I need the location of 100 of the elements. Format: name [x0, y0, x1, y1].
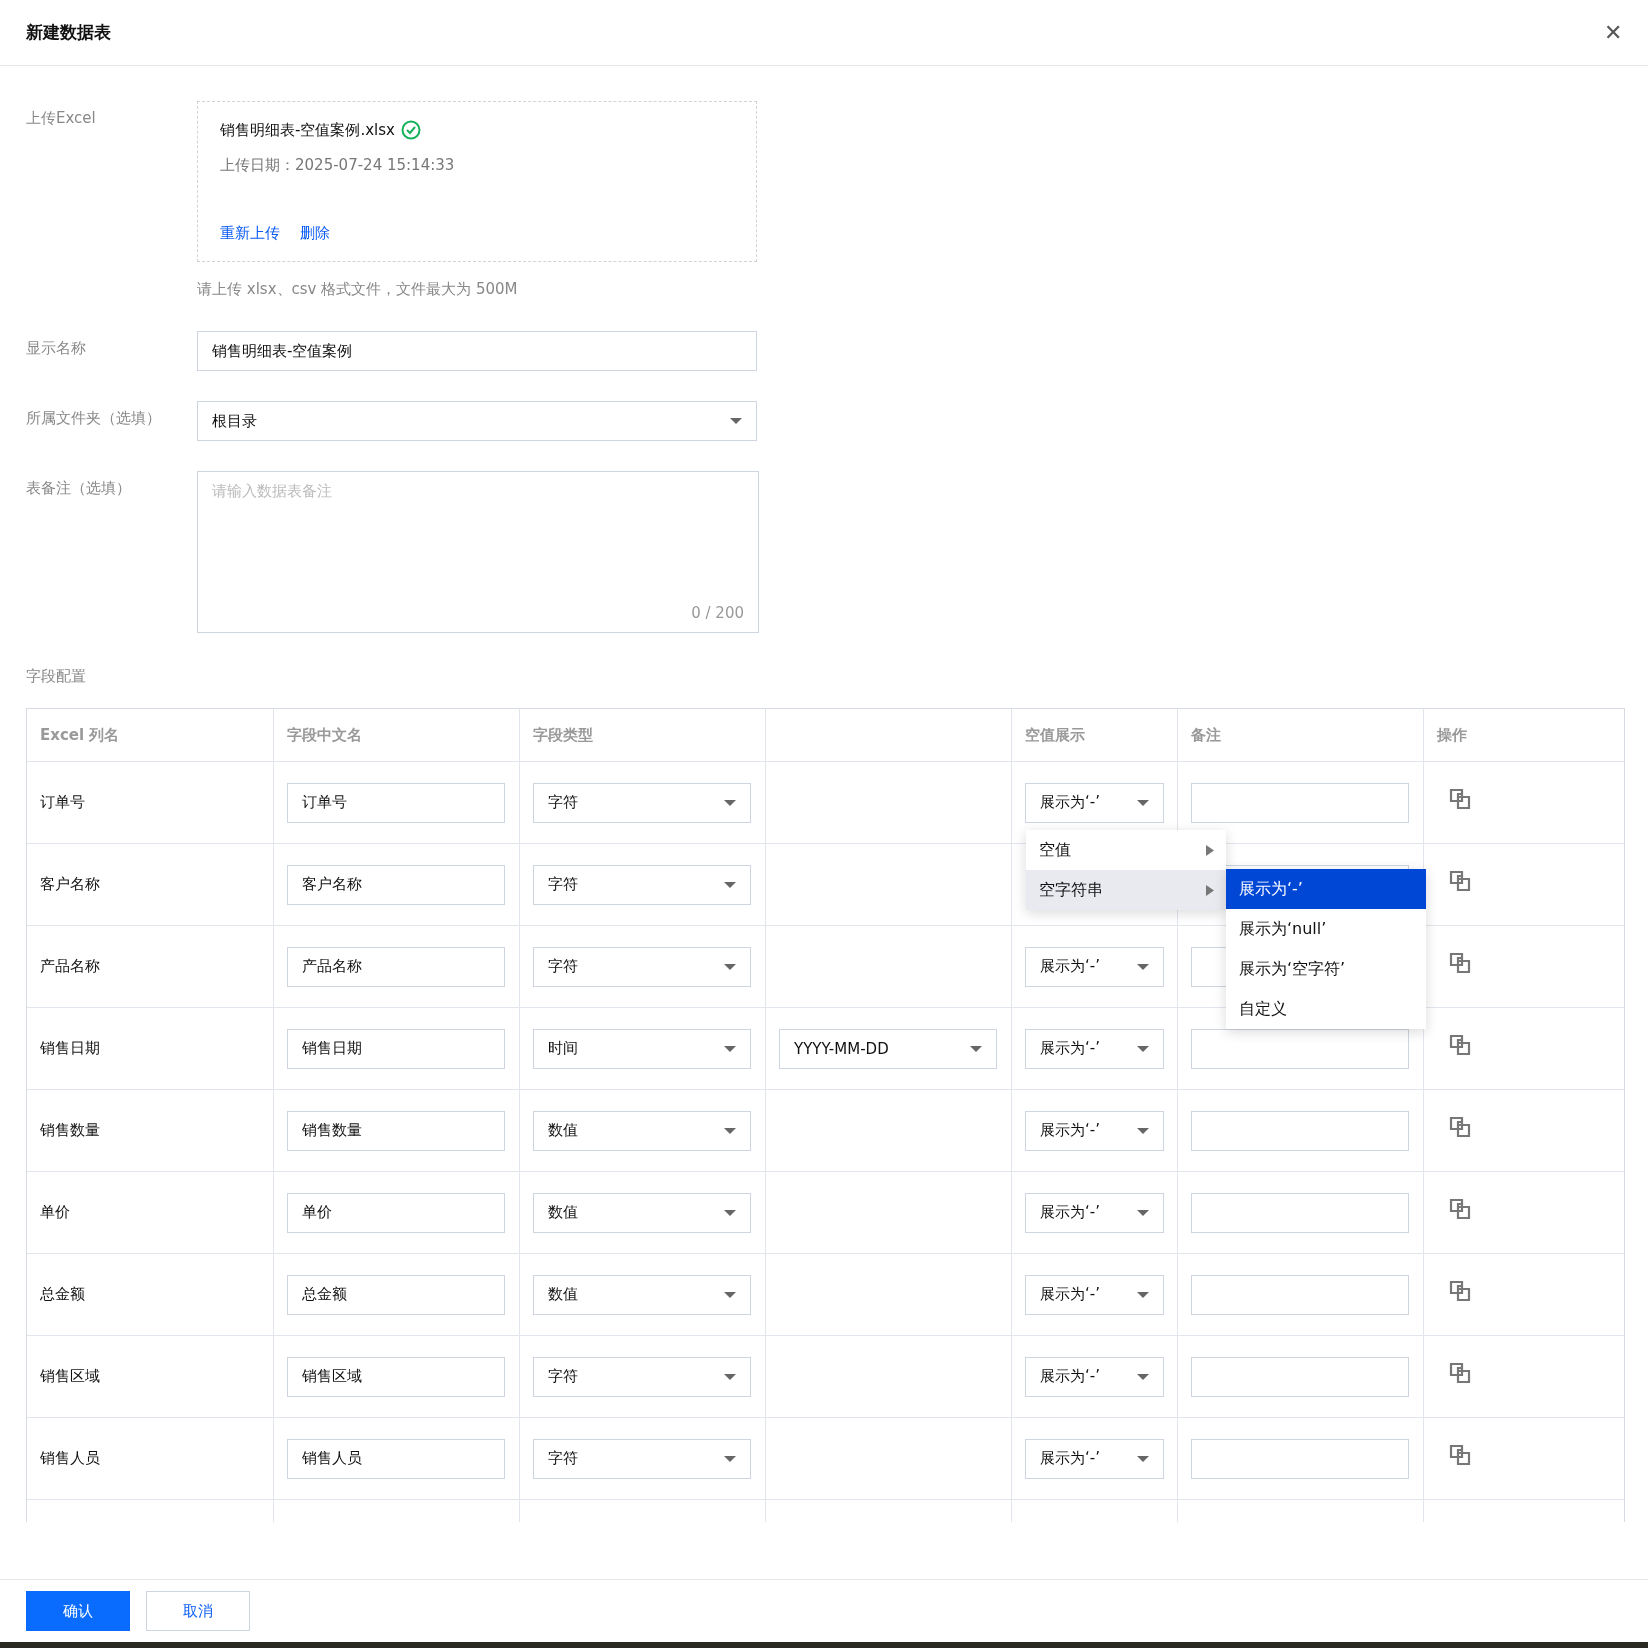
select-field[interactable]: 数值	[533, 1110, 751, 1151]
name-input-field[interactable]: 客户名称	[287, 864, 505, 905]
name-input-field[interactable]: 产品名称	[287, 946, 505, 987]
display-name-field[interactable]: 销售明细表-空值案例	[197, 331, 757, 371]
menu-item[interactable]: 空字符串	[1026, 870, 1226, 910]
table-cell: 销售人员	[40, 1449, 100, 1468]
caret-icon	[724, 798, 736, 807]
table-cell: 总金额	[40, 1285, 85, 1304]
note-input-field[interactable]	[1191, 782, 1409, 823]
file-name: 销售明细表-空值案例.xlsx	[220, 120, 395, 140]
caret-icon	[1137, 798, 1149, 807]
select-field[interactable]: 数值	[533, 1192, 751, 1233]
upload-action-link[interactable]: 重新上传	[220, 224, 280, 243]
menu-item[interactable]: 空值	[1026, 830, 1226, 870]
name-input-field[interactable]: 订单号	[287, 782, 505, 823]
field-label: 上传Excel	[26, 108, 97, 129]
select-field[interactable]: 字符	[533, 946, 751, 987]
name-input-field[interactable]: 销售区域	[287, 1356, 505, 1397]
select-field[interactable]: 展示为‘-’	[1025, 1356, 1164, 1397]
section-title: 字段配置	[26, 667, 87, 686]
field-label: 显示名称	[26, 338, 87, 359]
copy-icon[interactable]	[1449, 1115, 1471, 1138]
caret-icon	[724, 962, 736, 971]
cancel-button[interactable]: 取消	[146, 1591, 250, 1631]
caret-icon	[724, 1044, 736, 1053]
note-input-field[interactable]	[1191, 1356, 1409, 1397]
select-field[interactable]: 展示为‘-’	[1025, 1110, 1164, 1151]
table-cell: 销售区域	[40, 1367, 100, 1386]
note-input-field[interactable]	[1191, 1028, 1409, 1069]
submenu-arrow-icon	[1206, 884, 1214, 896]
table-cell: 销售日期	[40, 1039, 100, 1058]
column-header: 空值展示	[1025, 725, 1085, 745]
caret-icon	[724, 1454, 736, 1463]
menu-option[interactable]: 展示为‘空字符’	[1226, 949, 1426, 989]
select-field[interactable]: 字符	[533, 1438, 751, 1479]
column-header: Excel 列名	[40, 725, 120, 745]
dialog-title: 新建数据表	[26, 21, 111, 44]
select-field[interactable]: 字符	[533, 864, 751, 905]
menu-option[interactable]: 展示为‘-’	[1226, 869, 1426, 909]
caret-icon	[1137, 1208, 1149, 1217]
note-input-field[interactable]	[1191, 1192, 1409, 1233]
copy-icon[interactable]	[1449, 1361, 1471, 1384]
select-field[interactable]: 展示为‘-’	[1025, 1192, 1164, 1233]
upload-date: 上传日期：2025-07-24 15:14:33	[220, 156, 456, 175]
copy-icon[interactable]	[1449, 1197, 1471, 1220]
copy-icon[interactable]	[1449, 1033, 1471, 1056]
caret-icon	[1137, 1044, 1149, 1053]
caret-icon	[724, 1126, 736, 1135]
select-field[interactable]: 字符	[533, 1356, 751, 1397]
table-cell: 订单号	[40, 793, 85, 812]
copy-icon[interactable]	[1449, 787, 1471, 810]
column-header: 字段中文名	[287, 725, 362, 745]
upload-action-link[interactable]: 删除	[300, 224, 330, 243]
select-field[interactable]: 展示为‘-’	[1025, 1438, 1164, 1479]
select-field[interactable]: 数值	[533, 1274, 751, 1315]
char-counter: 0 / 200	[691, 604, 744, 622]
confirm-button[interactable]: 确认	[26, 1591, 130, 1631]
note-input-field[interactable]	[1191, 1110, 1409, 1151]
caret-icon	[730, 417, 742, 425]
caret-icon	[724, 1208, 736, 1217]
column-header: 字段类型	[533, 725, 593, 745]
copy-icon[interactable]	[1449, 951, 1471, 974]
copy-icon[interactable]	[1449, 869, 1471, 892]
select-field[interactable]: 根目录	[197, 401, 757, 441]
menu-option[interactable]: 自定义	[1226, 989, 1426, 1029]
caret-icon	[1137, 1454, 1149, 1463]
select-field[interactable]: 展示为‘-’	[1025, 1274, 1164, 1315]
column-header: 操作	[1437, 725, 1467, 745]
name-input-field[interactable]: 销售数量	[287, 1110, 505, 1151]
name-input-field[interactable]: 单价	[287, 1192, 505, 1233]
name-input-field[interactable]: 总金额	[287, 1274, 505, 1315]
select-field[interactable]: 展示为‘-’	[1025, 946, 1164, 987]
table-cell: 产品名称	[40, 957, 100, 976]
caret-icon	[1137, 1290, 1149, 1299]
table-cell: 销售数量	[40, 1121, 100, 1140]
caret-icon	[970, 1044, 982, 1053]
column-header: 备注	[1191, 725, 1221, 745]
select-field[interactable]: 展示为‘-’	[1025, 782, 1164, 823]
copy-icon[interactable]	[1449, 1279, 1471, 1302]
table-cell: 客户名称	[40, 875, 100, 894]
name-input-field[interactable]: 销售日期	[287, 1028, 505, 1069]
field-label: 表备注（选填）	[26, 478, 132, 499]
note-input-field[interactable]	[1191, 1274, 1409, 1315]
field-label: 所属文件夹（选填）	[26, 408, 162, 429]
select-field[interactable]: 时间	[533, 1028, 751, 1069]
select-field[interactable]: 字符	[533, 782, 751, 823]
table-cell: 单价	[40, 1203, 70, 1222]
submenu-arrow-icon	[1206, 844, 1214, 856]
upload-hint: 请上传 xlsx、csv 格式文件，文件最大为 500M	[197, 280, 519, 299]
name-input-field[interactable]: 销售人员	[287, 1438, 505, 1479]
select-field[interactable]: 展示为‘-’	[1025, 1028, 1164, 1069]
close-button[interactable]: ✕	[1604, 19, 1622, 46]
menu-option[interactable]: 展示为‘null’	[1226, 909, 1426, 949]
caret-icon	[724, 880, 736, 889]
caret-icon	[1137, 1372, 1149, 1381]
copy-icon[interactable]	[1449, 1443, 1471, 1466]
note-input-field[interactable]	[1191, 1438, 1409, 1479]
select-field[interactable]: YYYY-MM-DD	[779, 1028, 997, 1069]
caret-icon	[1137, 962, 1149, 971]
caret-icon	[1137, 1126, 1149, 1135]
